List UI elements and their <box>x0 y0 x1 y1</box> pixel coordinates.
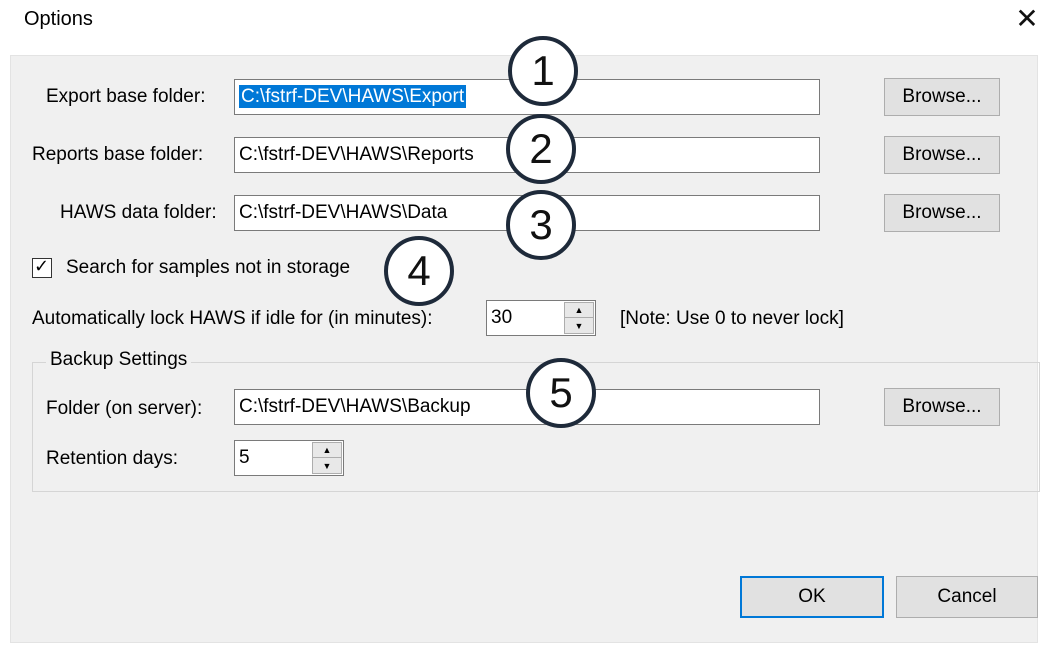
auto-lock-note: [Note: Use 0 to never lock] <box>620 308 844 329</box>
ok-button[interactable]: OK <box>740 576 884 618</box>
auto-lock-minutes-value: 30 <box>491 307 513 328</box>
callout-2: 2 <box>506 114 576 184</box>
data-folder-label: HAWS data folder: <box>60 202 217 223</box>
export-folder-label: Export base folder: <box>46 86 206 107</box>
callout-4: 4 <box>384 236 454 306</box>
callout-1: 1 <box>508 36 578 106</box>
checkmark-icon: ✓ <box>34 256 50 276</box>
spin-down-icon[interactable]: ▼ <box>313 458 341 473</box>
export-browse-button[interactable]: Browse... <box>884 78 1000 116</box>
backup-browse-button[interactable]: Browse... <box>884 388 1000 426</box>
retention-days-spinner[interactable]: ▲ ▼ <box>312 442 342 474</box>
search-samples-label: Search for samples not in storage <box>66 257 351 278</box>
callout-3: 3 <box>506 190 576 260</box>
auto-lock-spinner[interactable]: ▲ ▼ <box>564 302 594 334</box>
reports-folder-label: Reports base folder: <box>32 144 204 165</box>
spin-up-icon[interactable]: ▲ <box>565 303 593 318</box>
backup-settings-title: Backup Settings <box>46 349 192 371</box>
data-browse-button[interactable]: Browse... <box>884 194 1000 232</box>
callout-5: 5 <box>526 358 596 428</box>
dialog-title: Options <box>24 8 93 30</box>
close-icon[interactable]: ✕ <box>1012 4 1042 34</box>
retention-days-label: Retention days: <box>46 448 179 469</box>
spin-down-icon[interactable]: ▼ <box>565 318 593 333</box>
backup-folder-label: Folder (on server): <box>46 398 203 419</box>
retention-days-value: 5 <box>239 447 250 468</box>
export-folder-value: C:\fstrf-DEV\HAWS\Export <box>239 85 467 108</box>
spin-up-icon[interactable]: ▲ <box>313 443 341 458</box>
cancel-button[interactable]: Cancel <box>896 576 1038 618</box>
search-samples-checkbox[interactable]: ✓ <box>32 256 52 278</box>
reports-browse-button[interactable]: Browse... <box>884 136 1000 174</box>
auto-lock-label: Automatically lock HAWS if idle for (in … <box>32 308 433 329</box>
